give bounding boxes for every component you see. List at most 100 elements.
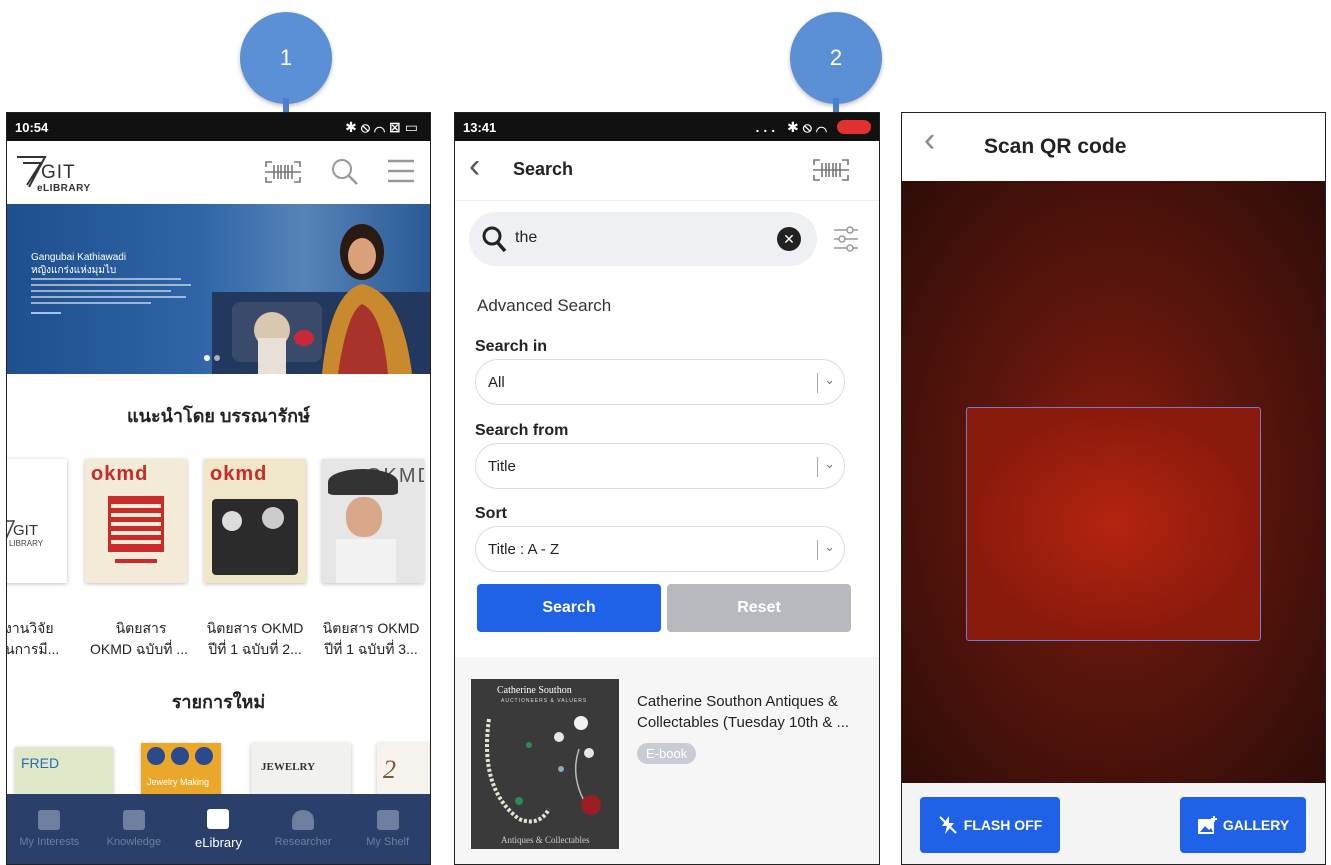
book-cover-git[interactable]: GIT LIBRARY [7,459,67,583]
search-in-select[interactable]: All ⌄ [475,359,845,405]
back-icon[interactable]: ‹ [469,147,480,186]
cover-git-text: GIT [13,522,38,539]
search-icon [482,226,507,253]
book-cover-okmd-3[interactable]: OKMD [322,459,424,583]
scan-header: ‹ Scan QR code [902,113,1325,181]
barcode-scan-icon[interactable] [813,159,849,181]
book-label-3-line2: ปีที่ 1 ฉบับที่ 2... [208,641,302,657]
flash-toggle-button[interactable]: FLASH OFF [920,797,1060,853]
step-2-callout: 2 [790,12,882,104]
search-button[interactable]: Search [477,584,661,632]
back-icon[interactable]: ‹ [924,121,935,160]
nav-elibrary[interactable]: eLibrary [176,794,261,864]
status-time: 13:41 [463,119,497,135]
page-title: Search [513,159,574,179]
knowledge-icon [122,810,145,830]
cover-footer: Antiques & Collectables [501,835,590,845]
nav-label: Researcher [274,836,332,848]
result-cover: Catherine Southon AUCTIONEERS & VALUERS … [471,679,619,849]
promo-banner[interactable]: Gangubai Kathiawadi หญิงแกร่งแห่งมุมไบ [7,204,430,374]
book-label-3-line1: นิตยสาร OKMD [206,620,304,636]
gallery-button[interactable]: GALLERY [1180,797,1306,853]
sort-value: Title : A - Z [488,541,560,558]
result-title-line2: Collectables (Tuesday 10th & ... [637,714,850,731]
result-title: Catherine Southon Antiques & Collectable… [637,691,869,733]
search-header: ‹ Search [455,141,879,201]
status-time: 10:54 [15,119,49,135]
flash-label: FLASH OFF [963,817,1043,833]
ebook-badge: E-book [637,743,697,764]
book-cover-okmd-2[interactable]: okmd [204,459,306,583]
book-label-2: นิตยสาร OKMD ฉบับที่ ... [90,618,191,660]
search-in-value: All [488,374,505,391]
banner-title-line2: หญิงแกร่งแห่งมุมไบ [31,265,117,276]
cover-photo [212,499,298,575]
search-from-select[interactable]: Title ⌄ [475,443,845,489]
search-icon[interactable] [331,158,359,186]
bottom-nav: My Interests Knowledge eLibrary Research… [7,794,430,864]
filter-icon[interactable] [833,225,859,253]
chevron-down-icon: ⌄ [824,456,835,471]
book-label-4-line1: นิตยสาร OKMD [322,620,420,636]
result-title-line1: Catherine Southon Antiques & [637,693,838,710]
clear-search-icon[interactable]: ✕ [777,227,801,251]
app-header: GIT eLIBRARY [7,141,430,197]
sort-select[interactable]: Title : A - Z ⌄ [475,526,845,572]
cover-okmd-logo: okmd [91,463,149,485]
battery-icon [837,120,871,134]
nav-knowledge[interactable]: Knowledge [92,794,177,864]
book-label-1-line2: ันการมี... [6,641,60,657]
search-in-label: Search in [475,338,548,355]
banner-pagination[interactable] [202,348,222,366]
step-2-number: 2 [829,45,843,70]
new-items-title: รายการใหม่ [171,692,266,712]
cover-brand: Catherine Southon [497,685,572,696]
chevron-down-icon: ⌄ [824,372,835,387]
cover-git-sub: LIBRARY [9,539,44,548]
flash-off-icon [939,816,957,834]
status-icons: ... ✱⦸⌒ [755,118,831,135]
chevron-down-icon: ⌄ [824,539,835,554]
advanced-search-label: Advanced Search [477,296,612,315]
nav-label: eLibrary [195,834,242,850]
gallery-add-icon [1197,816,1217,834]
book-label-1-line1: งานวิจัย [6,620,54,636]
book-label-1: งานวิจัย ันการมี... [6,618,60,660]
logo-brand: GIT [41,162,76,183]
nav-label: My Shelf [366,836,410,848]
book-cover-okmd-1[interactable]: okmd [85,459,187,583]
qr-code-art [108,496,164,552]
step-1-number: 1 [279,45,293,70]
page-title: Scan QR code [984,135,1127,158]
menu-icon[interactable] [387,159,415,183]
search-bar[interactable]: the ✕ [469,212,817,266]
status-icons: ✱⦸⌒⊠▭ [345,118,422,135]
cover-fred-text: FRED [21,755,60,771]
nav-my-interests[interactable]: My Interests [7,794,92,864]
home-screen: 10:54 ✱⦸⌒⊠▭ GIT eLIBRARY Gangubai Kathia… [6,112,431,865]
banner-title: Gangubai Kathiawadi หญิงแกร่งแห่งมุมไบ [31,251,126,277]
reset-button[interactable]: Reset [667,584,851,632]
cover-jewelry-making-text: Jewelry Making [147,777,210,787]
barcode-scan-icon[interactable] [265,161,301,183]
recommended-title: แนะนำโดย บรรณารักษ์ [127,406,310,426]
nav-researcher[interactable]: Researcher [261,794,346,864]
banner-title-line1: Gangubai Kathiawadi [31,252,127,263]
search-input[interactable]: the [515,229,537,247]
nav-my-shelf[interactable]: My Shelf [345,794,430,864]
camera-preview [902,181,1325,783]
step-1-callout: 1 [240,12,332,104]
cover-jewelry-text: JEWELRY [261,761,316,773]
banner-body-text [31,278,191,318]
logo-sub: eLIBRARY [37,183,91,194]
necklace-art [485,716,601,824]
book-label-3: นิตยสาร OKMD ปีที่ 1 ฉบับที่ 2... [200,618,310,660]
gallery-label: GALLERY [1222,817,1290,833]
cover-brand-sub: AUCTIONEERS & VALUERS [501,698,588,704]
status-bar: 10:54 ✱⦸⌒⊠▭ [7,113,430,141]
researcher-icon [292,810,315,830]
cover-okmd-logo: okmd [210,463,268,485]
status-icons-group: ... ✱⦸⌒ [755,118,871,136]
search-result-item[interactable]: Catherine Southon AUCTIONEERS & VALUERS … [455,657,879,864]
nav-label: My Interests [19,836,80,848]
